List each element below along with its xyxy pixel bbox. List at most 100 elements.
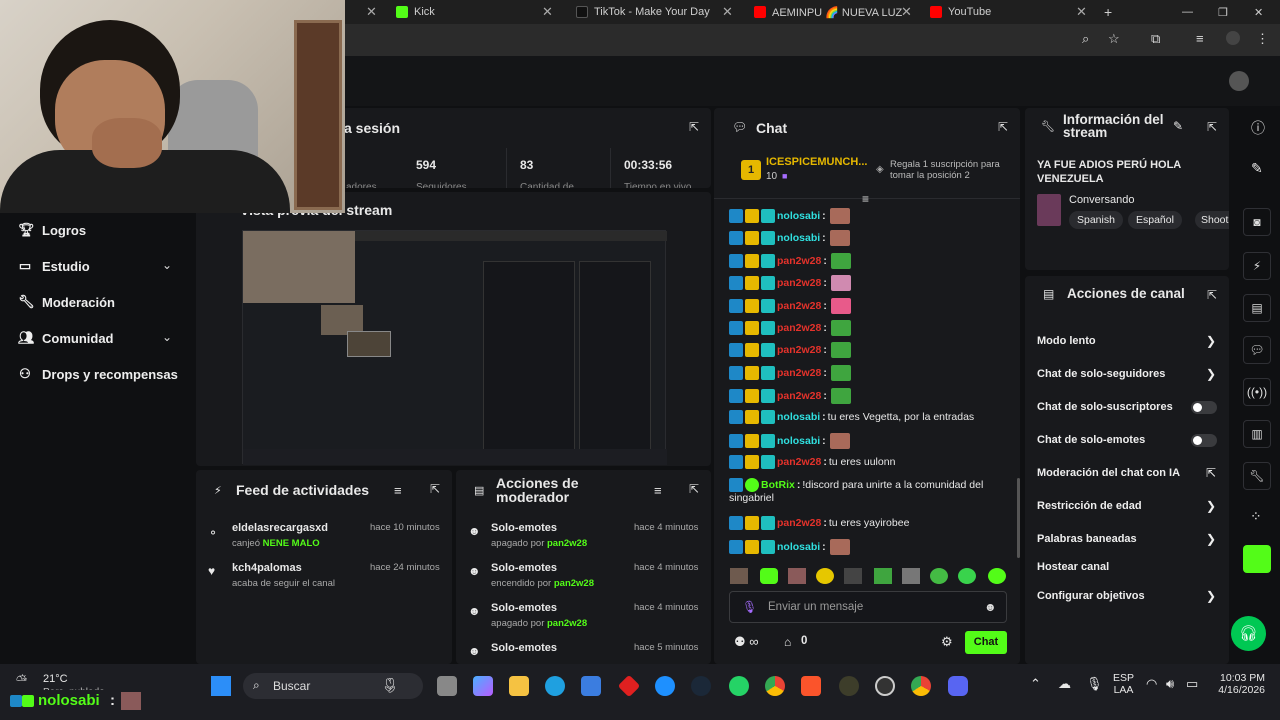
weather-temp[interactable]: 21°C [43,673,68,685]
file-explorer-icon[interactable] [509,676,529,696]
chat-username[interactable]: nolosabi [777,411,820,423]
store-icon[interactable] [581,676,601,696]
sidebar-item-drops[interactable]: ⚇ Drops y recompensas [18,366,178,382]
expand-icon[interactable]: ⇱ [998,120,1008,134]
stream-preview-video[interactable] [242,230,667,465]
emoji-icon[interactable]: ☻ [984,600,997,614]
clapper-icon[interactable] [1243,545,1271,573]
chevron-right-icon[interactable]: ❯ [1206,532,1216,546]
mod-action-user[interactable]: pan2w28 [547,538,587,549]
chat-username[interactable]: pan2w28 [777,255,821,267]
emote-6[interactable] [874,568,892,584]
notes-icon[interactable]: ▤ [1243,294,1271,322]
chevron-right-icon[interactable]: ❯ [1206,334,1216,348]
minimize-icon[interactable]: — [1182,0,1193,24]
lightning-icon[interactable]: ⚡︎ [1243,252,1271,280]
close-icon[interactable]: ✕ [1076,4,1087,20]
toggle-switch[interactable] [1191,434,1217,447]
chat-username[interactable]: nolosabi [777,210,820,222]
chat-username[interactable]: BotRix [761,479,795,491]
expand-icon[interactable]: ⇱ [1207,120,1217,134]
tab-close-icon[interactable]: ✕ [366,0,377,24]
mic-icon[interactable]: 🎙︎ [1086,676,1103,692]
browser-tab-tiktok[interactable]: TikTok - Make Your Day ✕ [576,0,736,24]
windows-start-icon[interactable] [211,676,231,696]
brave-icon[interactable] [801,676,821,696]
expand-icon[interactable]: ⇱ [430,482,440,496]
chat-username[interactable]: pan2w28 [777,367,821,379]
chat-username[interactable]: pan2w28 [777,517,821,529]
zoom-icon[interactable]: ⌕ [1082,31,1089,47]
chat-username[interactable]: pan2w28 [777,300,821,312]
chat-username[interactable]: nolosabi [777,435,820,447]
stats-icon[interactable]: ⚉ ∞ [734,634,759,650]
channel-action-item[interactable]: Configurar objetivos [1037,590,1145,602]
mod-action-user[interactable]: pan2w28 [554,578,594,589]
chat-scrollbar[interactable] [1017,478,1020,558]
chat-input[interactable]: 🎙︎ Enviar un mensaje ☻ [729,591,1007,623]
maximize-icon[interactable]: ❐ [1218,0,1228,24]
sidebar-item-comunidad[interactable]: 👥︎ Comunidad [18,330,114,346]
chat-username[interactable]: pan2w28 [777,277,821,289]
emote-1[interactable] [730,568,748,584]
media-icon[interactable]: ≡ [1196,31,1204,46]
channel-action-item[interactable]: Chat de solo-suscriptores [1037,401,1173,413]
whatsapp-icon[interactable] [729,676,749,696]
channel-action-item[interactable]: Palabras baneadas [1037,533,1137,545]
chevron-down-icon[interactable]: ⌄ [162,330,172,344]
chat-username[interactable]: pan2w28 [777,390,821,402]
window-close-icon[interactable]: ✕ [1254,0,1263,24]
camera-icon[interactable]: ◙ [1243,208,1271,236]
emote-3[interactable] [788,568,806,584]
external-link-icon[interactable]: ⇱ [1206,466,1216,480]
edit-pencil-icon[interactable]: ✎ [1251,160,1263,177]
emote-8[interactable] [930,568,948,584]
apps-icon[interactable]: ⁘ [1250,508,1262,525]
cloud-icon[interactable]: ☁ [1058,676,1071,692]
profile-avatar[interactable] [1226,31,1240,45]
battery-icon[interactable]: ▭ [1186,676,1198,692]
expand-icon[interactable]: ⇱ [689,482,699,496]
collapse-icon[interactable]: ≡ [862,192,869,206]
store-icon[interactable]: ⌂ [784,635,791,649]
chat-username[interactable]: pan2w28 [777,456,821,468]
channel-action-item[interactable]: Restricción de edad [1037,500,1142,512]
support-headset-icon[interactable]: 🎧︎ [1231,616,1266,651]
sidebar-item-logros[interactable]: 🏆︎ Logros [18,222,86,238]
filter-icon[interactable]: ≡ [394,483,402,498]
chat-username[interactable]: pan2w28 [777,322,821,334]
user-avatar[interactable] [1229,71,1249,91]
settings-gear-icon[interactable]: ⚙ [941,634,953,650]
browser-tab-youtube[interactable]: YouTube ✕ [930,0,1090,24]
browser-tab-aeminpu[interactable]: AEMINPU 🌈 NUEVA LUZ [754,0,904,24]
toggle-switch[interactable] [1191,401,1217,414]
chevron-down-icon[interactable]: ⌄ [162,258,172,272]
chevron-right-icon[interactable]: ❯ [1206,589,1216,603]
browser-tab-kick[interactable]: Kick ✕ [396,0,556,24]
broadcast-icon[interactable]: ((•)) [1243,378,1271,406]
bookmark-star-icon[interactable]: ☆ [1108,31,1120,47]
chat-username[interactable]: nolosabi [777,232,820,244]
emote-5[interactable] [844,568,862,584]
chrome-icon[interactable] [765,676,785,696]
feed-user[interactable]: eldelasrecargasxd [232,522,328,534]
edit-pencil-icon[interactable]: ✎ [1173,119,1183,133]
channel-action-item[interactable]: Moderación del chat con IA [1037,467,1180,479]
extensions-icon[interactable]: ⧉ [1151,31,1160,47]
info-icon[interactable]: ⓘ [1251,118,1265,138]
menu-icon[interactable]: ⋮ [1256,31,1269,47]
emote-4[interactable] [816,568,834,584]
edge-icon[interactable] [545,676,565,696]
task-view-icon[interactable] [437,676,457,696]
channel-action-item[interactable]: Modo lento [1037,335,1096,347]
close-icon[interactable]: ✕ [901,0,912,24]
channel-action-item[interactable]: Hostear canal [1037,561,1109,573]
new-tab-button[interactable]: + [1104,0,1112,24]
wrench-icon[interactable]: 🔧︎ [1243,462,1271,490]
pinned-gifter-name[interactable]: ICESPICEMUNCH... [766,156,867,168]
obs-icon[interactable] [875,676,895,696]
close-icon[interactable]: ✕ [542,4,553,20]
language-indicator[interactable]: ESP LAA [1113,672,1134,696]
emote-9[interactable] [958,568,976,584]
chevron-right-icon[interactable]: ❯ [1206,367,1216,381]
